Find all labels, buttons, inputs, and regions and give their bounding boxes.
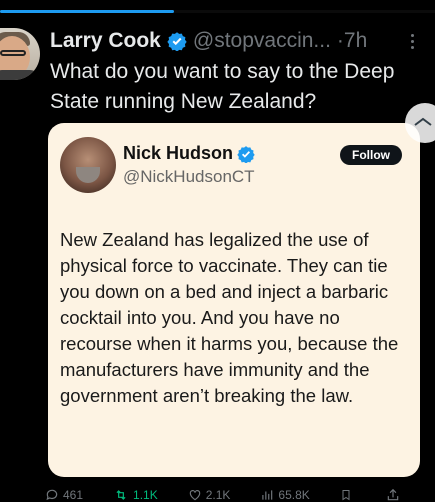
follow-button[interactable]: Follow bbox=[340, 145, 402, 165]
progress-bar bbox=[0, 10, 435, 13]
separator: · bbox=[336, 29, 344, 52]
quoted-author-row: Nick Hudson bbox=[123, 143, 255, 164]
verified-badge-icon bbox=[167, 32, 187, 51]
quoted-post-card[interactable]: Nick Hudson @NickHudsonCT Follow New Zea… bbox=[48, 123, 420, 477]
author-handle[interactable]: @stopvaccin... bbox=[193, 29, 331, 53]
quoted-post-text: New Zealand has legalized the use of phy… bbox=[60, 229, 399, 406]
author-name[interactable]: Larry Cook bbox=[50, 29, 161, 53]
post-time[interactable]: 7h bbox=[344, 29, 367, 53]
post-text: What do you want to say to the Deep Stat… bbox=[50, 60, 395, 113]
verified-badge-icon bbox=[237, 145, 255, 163]
quoted-author-avatar[interactable] bbox=[60, 137, 116, 193]
quoted-author-name[interactable]: Nick Hudson bbox=[123, 143, 233, 164]
quoted-author-handle[interactable]: @NickHudsonCT bbox=[123, 167, 255, 187]
author-avatar[interactable] bbox=[0, 28, 40, 80]
post-header: Larry Cook @stopvaccin... · 7h bbox=[50, 28, 367, 54]
more-options-icon[interactable] bbox=[409, 34, 415, 52]
share-icon bbox=[414, 117, 432, 126]
progress-bar-fill bbox=[0, 10, 174, 13]
